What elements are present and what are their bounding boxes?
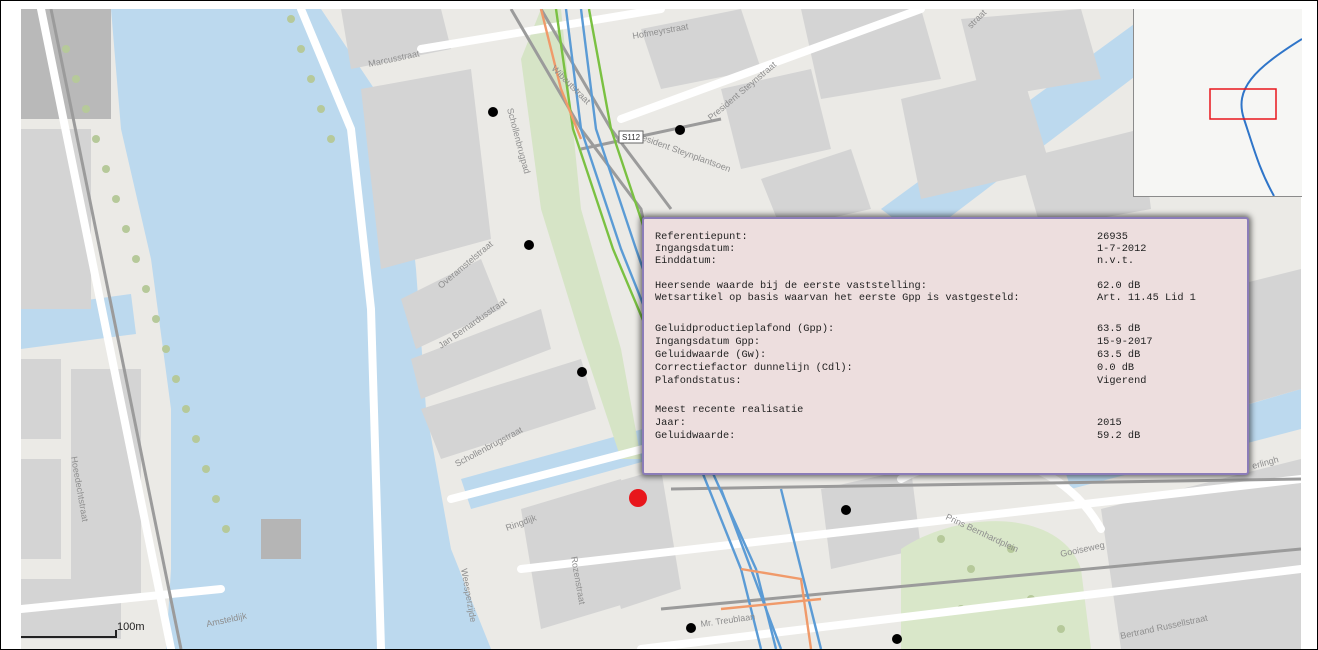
map-frame: Marcusstraat Hofmeyrstraat President Ste… xyxy=(0,0,1318,650)
popup-key: Einddatum: xyxy=(655,255,717,267)
popup-row: Ingangsdatum: 1-7-2012 xyxy=(655,243,1235,255)
popup-row: Geluidwaarde (Gw): 63.5 dB xyxy=(655,349,1235,361)
overview-map[interactable] xyxy=(1133,9,1302,197)
popup-key: Plafondstatus: xyxy=(655,375,742,387)
popup-key: Wetsartikel op basis waarvan het eerste … xyxy=(655,292,1020,304)
popup-key: Ingangsdatum: xyxy=(655,243,736,255)
popup-row: Heersende waarde bij de eerste vaststell… xyxy=(655,280,1235,292)
info-popup: Referentiepunt: 26935 Ingangsdatum: 1-7-20… xyxy=(642,217,1249,475)
scale-label: 100m xyxy=(117,621,145,633)
popup-value: 15-9-2017 xyxy=(1097,336,1153,348)
popup-row: Correctiefactor dunnelijn (Cdl): 0.0 dB xyxy=(655,362,1235,374)
popup-row: Ingangsdatum Gpp: 15-9-2017 xyxy=(655,336,1235,348)
popup-heading: Meest recente realisatie xyxy=(655,404,804,416)
popup-value: 63.5 dB xyxy=(1097,349,1141,361)
popup-row: Meest recente realisatie xyxy=(655,404,1235,416)
popup-key: Geluidproductieplafond (Gpp): xyxy=(655,323,835,335)
popup-value: Art. 11.45 Lid 1 xyxy=(1097,292,1196,304)
popup-value: Vigerend xyxy=(1097,375,1147,387)
point-black[interactable] xyxy=(488,107,498,117)
popup-row: Wetsartikel op basis waarvan het eerste … xyxy=(655,292,1235,304)
selected-point[interactable] xyxy=(629,489,647,507)
scale-bar: 100m xyxy=(21,621,145,643)
popup-row: Plafondstatus: Vigerend xyxy=(655,375,1235,387)
popup-value: 0.0 dB xyxy=(1097,362,1135,374)
point-black[interactable] xyxy=(686,623,696,633)
popup-key: Correctiefactor dunnelijn (Cdl): xyxy=(655,362,853,374)
scale-line xyxy=(21,636,117,638)
popup-key: Geluidwaarde: xyxy=(655,430,736,442)
point-black[interactable] xyxy=(841,505,851,515)
overview-ground xyxy=(1134,9,1302,196)
popup-row: Einddatum: n.v.t. xyxy=(655,255,1235,267)
point-black[interactable] xyxy=(892,634,902,644)
popup-key: Geluidwaarde (Gw): xyxy=(655,349,767,361)
point-black[interactable] xyxy=(524,240,534,250)
corner-shade xyxy=(21,9,111,119)
popup-value: 62.0 dB xyxy=(1097,280,1141,292)
popup-key: Referentiepunt: xyxy=(655,231,748,243)
popup-value: 26935 xyxy=(1097,231,1128,243)
popup-value: 2015 xyxy=(1097,417,1122,429)
popup-value: 1-7-2012 xyxy=(1097,243,1147,255)
overview-graphics xyxy=(1134,9,1302,196)
popup-row: Geluidwaarde: 59.2 dB xyxy=(655,430,1235,442)
popup-value: 59.2 dB xyxy=(1097,430,1141,442)
popup-value: 63.5 dB xyxy=(1097,323,1141,335)
popup-row: Referentiepunt: 26935 xyxy=(655,231,1235,243)
popup-value: n.v.t. xyxy=(1097,255,1135,267)
popup-key: Heersende waarde bij de eerste vaststell… xyxy=(655,280,927,292)
popup-row: Geluidproductieplafond (Gpp): 63.5 dB xyxy=(655,323,1235,335)
popup-key: Ingangsdatum Gpp: xyxy=(655,336,761,348)
popup-row: Jaar: 2015 xyxy=(655,417,1235,429)
popup-key: Jaar: xyxy=(655,417,686,429)
point-black[interactable] xyxy=(675,125,685,135)
svg-text:S112: S112 xyxy=(622,133,641,142)
road-shield: S112 xyxy=(618,130,644,144)
point-black[interactable] xyxy=(577,367,587,377)
